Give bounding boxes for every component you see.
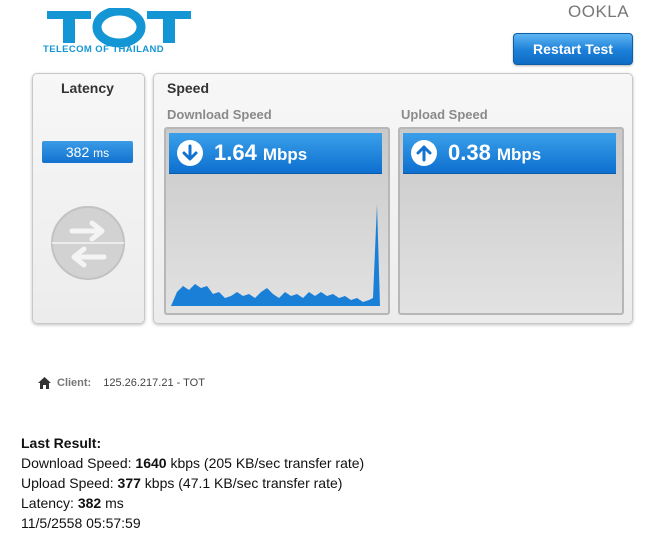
latency-result-label: Latency: bbox=[21, 495, 74, 511]
last-result-timestamp: 11/5/2558 05:57:59 bbox=[21, 515, 141, 531]
download-result-suffix: kbps (205 KB/sec transfer rate) bbox=[170, 455, 365, 471]
last-result-heading: Last Result: bbox=[21, 435, 102, 451]
download-result-label: Download Speed: bbox=[21, 455, 132, 471]
logo-subtitle: TELECOM OF THAILAND bbox=[43, 44, 165, 55]
last-result: Last Result: Download Speed: 1640 kbps (… bbox=[21, 433, 364, 533]
download-speed-value: 1.64 bbox=[214, 140, 257, 165]
upload-speed-bar: 0.38 Mbps bbox=[403, 133, 616, 174]
latency-title: Latency bbox=[61, 80, 114, 96]
home-icon bbox=[38, 377, 51, 389]
download-speed-label: Download Speed bbox=[167, 107, 272, 122]
client-value: 125.26.217.21 - TOT bbox=[103, 377, 205, 389]
client-label: Client: bbox=[57, 377, 92, 389]
upload-arrow-icon bbox=[411, 140, 437, 166]
upload-result-label: Upload Speed: bbox=[21, 475, 114, 491]
upload-speed-label: Upload Speed bbox=[401, 107, 488, 122]
download-arrow-icon bbox=[177, 140, 203, 166]
last-result-download: Download Speed: 1640 kbps (205 KB/sec tr… bbox=[21, 453, 364, 473]
upload-result-kbps: 377 bbox=[117, 475, 141, 491]
upload-speed-value: 0.38 bbox=[448, 140, 491, 165]
latency-unit: ms bbox=[93, 146, 110, 160]
last-result-latency: Latency: 382 ms bbox=[21, 493, 364, 513]
speed-title: Speed bbox=[167, 80, 210, 96]
download-speed-bar: 1.64 Mbps bbox=[169, 133, 382, 174]
latency-panel bbox=[32, 73, 145, 324]
latency-value: 382 bbox=[65, 144, 90, 160]
restart-test-button[interactable]: Restart Test bbox=[513, 33, 633, 65]
download-result-kbps: 1640 bbox=[135, 455, 167, 471]
last-result-upload: Upload Speed: 377 kbps (47.1 KB/sec tran… bbox=[21, 473, 364, 493]
latency-result-ms: 382 bbox=[77, 495, 102, 511]
download-speed-unit: Mbps bbox=[262, 145, 308, 164]
latency-value-badge: 382 ms bbox=[42, 141, 133, 163]
ookla-brand: OOKLA bbox=[568, 2, 630, 21]
upload-speed-unit: Mbps bbox=[496, 145, 542, 164]
ping-arrows-icon bbox=[51, 206, 125, 280]
upload-result-suffix: kbps (47.1 KB/sec transfer rate) bbox=[144, 475, 343, 491]
client-info: Client: 125.26.217.21 - TOT bbox=[38, 377, 205, 389]
download-speed-graph bbox=[171, 204, 380, 306]
latency-result-suffix: ms bbox=[105, 495, 124, 511]
